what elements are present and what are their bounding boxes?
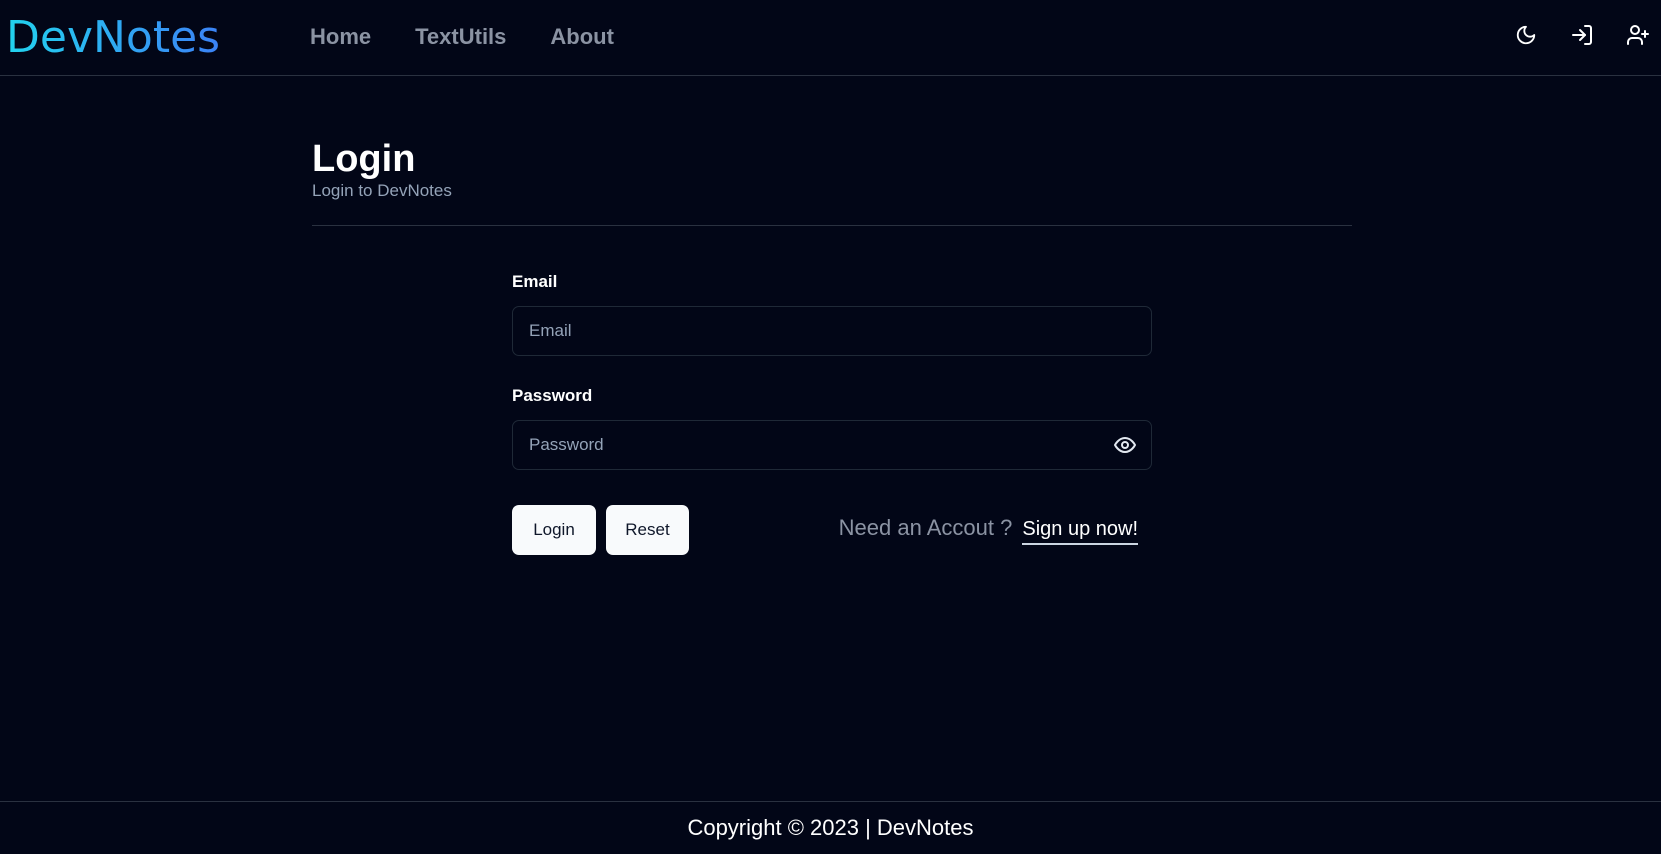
page-header: Login Login to DevNotes: [312, 136, 1352, 226]
email-label: Email: [512, 272, 558, 291]
signup-row: Need an Accout ? Sign up now!: [839, 515, 1138, 545]
eye-icon[interactable]: [1112, 433, 1138, 457]
user-plus-icon[interactable]: [1625, 22, 1651, 48]
footer-copyright: Copyright © 2023 | DevNotes: [687, 815, 974, 840]
login-icon[interactable]: [1569, 22, 1595, 48]
password-input-wrap: [512, 420, 1152, 470]
email-input[interactable]: [512, 306, 1152, 356]
reset-button[interactable]: Reset: [606, 505, 689, 555]
email-input-wrap: [512, 306, 1152, 356]
signup-prompt: Need an Accout ?: [838, 515, 1013, 540]
nav-link-about[interactable]: About: [550, 22, 614, 52]
nav-links: Home TextUtils About: [310, 22, 614, 52]
login-button[interactable]: Login: [512, 505, 596, 555]
navbar: DevNotes Home TextUtils About: [0, 0, 1661, 76]
page-title: Login: [312, 138, 416, 180]
login-form: Email Password Login Reset Need an Accou…: [512, 270, 1152, 555]
password-label: Password: [512, 386, 593, 405]
password-input[interactable]: [512, 420, 1152, 470]
footer: Copyright © 2023 | DevNotes: [0, 801, 1661, 854]
signup-link[interactable]: Sign up now!: [1022, 518, 1138, 545]
nav-icons: [1513, 22, 1651, 48]
nav-link-textutils[interactable]: TextUtils: [415, 22, 506, 52]
form-actions: Login Reset Need an Accout ? Sign up now…: [512, 505, 1152, 555]
page-subtitle: Login to DevNotes: [312, 181, 452, 200]
brand-logo[interactable]: DevNotes: [6, 12, 220, 64]
nav-link-home[interactable]: Home: [310, 22, 371, 52]
moon-icon[interactable]: [1513, 22, 1539, 48]
